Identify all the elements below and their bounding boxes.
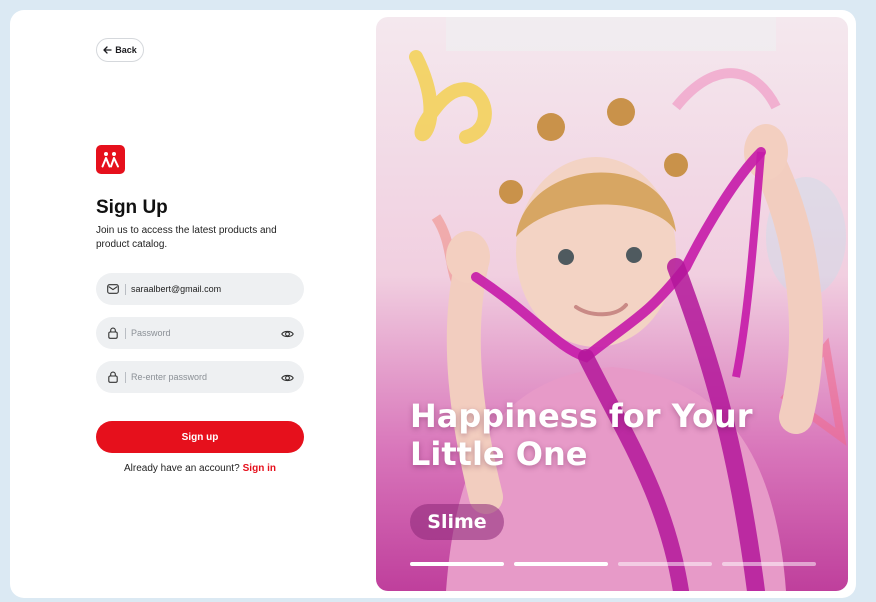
- eye-icon[interactable]: [281, 371, 294, 383]
- hero-panel: Happiness for Your Little One Slime: [376, 17, 848, 591]
- hero-tag: Slime: [410, 504, 504, 540]
- email-input[interactable]: [131, 284, 271, 294]
- mail-icon: [107, 283, 119, 295]
- field-divider: [125, 283, 126, 295]
- password-input[interactable]: [131, 328, 271, 338]
- carousel-indicators: [410, 562, 816, 566]
- signin-prompt-row: Already have an account? Sign in: [96, 463, 304, 474]
- confirm-password-field[interactable]: [96, 361, 304, 393]
- carousel-indicator[interactable]: [618, 562, 712, 566]
- field-divider: [125, 371, 126, 383]
- page-subtitle: Join us to access the latest products an…: [96, 225, 277, 250]
- sign-in-link[interactable]: Sign in: [243, 463, 276, 474]
- signup-card: Back Sign Up Join us to access the lates…: [10, 10, 856, 598]
- password-field[interactable]: [96, 317, 304, 349]
- confirm-password-input[interactable]: [131, 372, 271, 382]
- signin-prompt: Already have an account?: [124, 463, 240, 474]
- sign-up-button[interactable]: Sign up: [96, 421, 304, 453]
- eye-icon[interactable]: [281, 327, 294, 339]
- people-logo-icon: [101, 152, 119, 168]
- hero-headline: Happiness for Your Little One: [410, 397, 753, 473]
- brand-logo: [96, 145, 125, 174]
- email-field[interactable]: [96, 273, 304, 305]
- page-title: Sign Up: [96, 197, 168, 218]
- arrow-left-icon: [103, 46, 112, 54]
- lock-icon: [107, 371, 119, 383]
- carousel-indicator[interactable]: [410, 562, 504, 566]
- back-label: Back: [115, 45, 137, 55]
- lock-icon: [107, 327, 119, 339]
- field-divider: [125, 327, 126, 339]
- carousel-indicator[interactable]: [722, 562, 816, 566]
- back-button[interactable]: Back: [96, 38, 144, 62]
- form-panel: Back Sign Up Join us to access the lates…: [10, 10, 375, 598]
- carousel-indicator[interactable]: [514, 562, 608, 566]
